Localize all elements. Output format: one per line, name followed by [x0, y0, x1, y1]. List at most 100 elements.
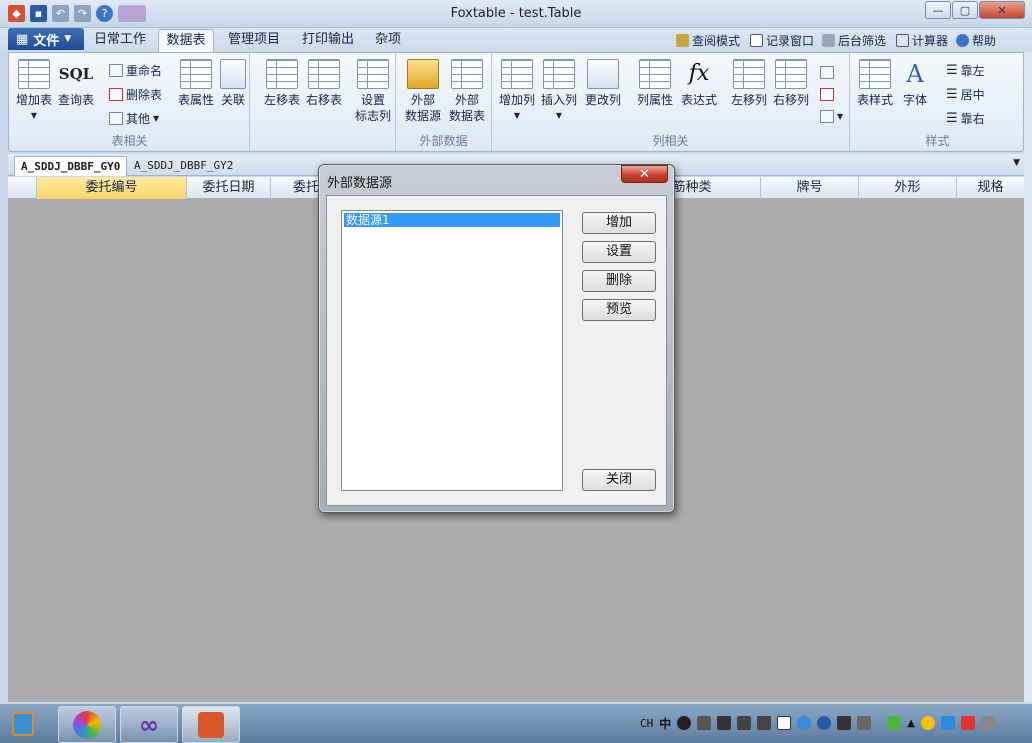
- align-left-button[interactable]: ☰ 靠左: [946, 61, 985, 79]
- grid-corner[interactable]: [8, 177, 37, 199]
- add-table-icon: [18, 59, 50, 89]
- table-tab-gy2[interactable]: A_SDDJ_DBBF_GY2: [128, 156, 239, 176]
- move-column-right-label: 右移列: [772, 93, 809, 107]
- window-right-edge: [1024, 52, 1032, 702]
- column-tool-3-button[interactable]: ▼: [820, 107, 843, 125]
- flag-column-label-2: 标志列: [354, 109, 391, 123]
- delete-table-icon: [109, 87, 123, 101]
- ime-chinese-indicator[interactable]: 中: [659, 715, 671, 732]
- external-table-button[interactable]: 外部 数据表: [446, 57, 488, 124]
- minimize-button[interactable]: —: [925, 1, 951, 19]
- column-header-shape[interactable]: 外形: [859, 177, 957, 199]
- table-style-button[interactable]: 表样式: [854, 57, 896, 108]
- help-link[interactable]: 帮助: [956, 31, 996, 49]
- table-properties-button[interactable]: 表属性: [175, 57, 217, 108]
- move-table-left-button[interactable]: 左移表: [262, 57, 302, 108]
- cloud-icon[interactable]: [797, 716, 812, 730]
- add-column-button[interactable]: 增加列 ▼: [496, 57, 538, 124]
- external-datasource-dialog: 外部数据源 ✕ 数据源1 增加 设置 删除 预览 关闭: [318, 164, 675, 513]
- help-circle-icon: [956, 33, 969, 47]
- tray-network-icon[interactable]: [940, 716, 955, 730]
- move-column-right-button[interactable]: 右移列: [770, 57, 812, 108]
- close-dialog-button[interactable]: 关闭: [582, 469, 656, 491]
- tab-misc[interactable]: 杂项: [368, 29, 408, 52]
- maximize-button[interactable]: ▢: [952, 1, 978, 19]
- tray-app-icon[interactable]: [920, 716, 935, 730]
- column-header-entrust-date[interactable]: 委托日期: [187, 177, 271, 199]
- delete-table-button[interactable]: 删除表: [109, 85, 162, 103]
- rename-icon: [109, 63, 123, 77]
- chevron-down-icon: ▼: [64, 34, 72, 44]
- external-table-label-1: 外部: [454, 93, 479, 107]
- tab-daily-work[interactable]: 日常工作: [88, 29, 152, 52]
- volume-icon[interactable]: [980, 716, 995, 730]
- delete-button[interactable]: 删除: [582, 270, 656, 292]
- file-menu-label: 文件: [33, 33, 60, 49]
- calculator-label: 计算器: [912, 33, 949, 48]
- column-tool-2-button[interactable]: [820, 85, 834, 103]
- screenshot-icon[interactable]: [777, 716, 792, 730]
- voice-icon[interactable]: [837, 716, 852, 730]
- settings-button[interactable]: 设置: [582, 241, 656, 263]
- ime-menu-icon[interactable]: [857, 716, 872, 730]
- battery-icon[interactable]: [887, 716, 902, 730]
- wrench-icon[interactable]: [757, 716, 772, 730]
- browse-mode-label: 查阅模式: [692, 33, 741, 48]
- column-header-entrust-no[interactable]: 委托编号: [37, 177, 187, 199]
- align-right-button[interactable]: ☰ 靠右: [946, 109, 985, 127]
- tabs-dropdown-icon[interactable]: ▼: [1013, 158, 1020, 168]
- browse-mode-link[interactable]: 查阅模式: [676, 31, 740, 49]
- column-header-grade[interactable]: 牌号: [761, 177, 859, 199]
- change-column-button[interactable]: 更改列: [582, 57, 624, 108]
- window-title: Foxtable - test.Table: [450, 6, 582, 21]
- pen-icon[interactable]: [737, 716, 752, 730]
- add-table-button[interactable]: 增加表 ▼: [13, 57, 55, 124]
- other-button[interactable]: 其他 ▼: [109, 109, 159, 127]
- help-tray-icon[interactable]: [817, 716, 832, 730]
- move-table-right-button[interactable]: 右移表: [304, 57, 344, 108]
- column-tool-1-button[interactable]: [820, 63, 834, 81]
- calculator-link[interactable]: 计算器: [896, 31, 948, 49]
- flag-column-button[interactable]: 设置 标志列: [352, 57, 394, 124]
- foxtable-icon: [198, 711, 224, 738]
- datasource-list-item[interactable]: 数据源1: [344, 213, 560, 227]
- rename-button[interactable]: 重命名: [109, 61, 162, 79]
- add-button[interactable]: 增加: [582, 212, 656, 234]
- table-tab-gy0[interactable]: A_SDDJ_DBBF_GY0: [14, 156, 128, 176]
- align-center-button[interactable]: ☰ 居中: [946, 85, 985, 103]
- moon-icon[interactable]: [677, 716, 692, 730]
- external-datasource-button[interactable]: 外部 数据源: [402, 57, 444, 124]
- record-window-label: 记录窗口: [766, 33, 815, 48]
- dialog-close-button[interactable]: ✕: [621, 165, 668, 183]
- preview-button[interactable]: 预览: [582, 299, 656, 321]
- expression-button[interactable]: fx 表达式: [678, 57, 720, 108]
- add-column-label: 增加列: [498, 93, 535, 107]
- close-button[interactable]: ✕: [979, 1, 1025, 19]
- taskbar-visual-studio[interactable]: ∞: [120, 706, 178, 743]
- taskbar-pinwheel-app[interactable]: [58, 706, 116, 743]
- datasource-list[interactable]: 数据源1: [341, 210, 563, 491]
- network-error-icon[interactable]: [960, 716, 975, 730]
- microphone-icon[interactable]: [717, 716, 732, 730]
- show-hidden-icons-icon[interactable]: ▲: [907, 718, 915, 729]
- column-tool-1-icon: [820, 65, 834, 79]
- delete-table-label: 删除表: [126, 87, 163, 102]
- background-filter-link[interactable]: 后台筛选: [822, 31, 886, 49]
- tab-print-output[interactable]: 打印输出: [296, 29, 360, 52]
- record-window-link[interactable]: 记录窗口: [750, 31, 814, 49]
- font-button[interactable]: A 字体: [898, 57, 932, 108]
- media-player-icon[interactable]: [12, 712, 34, 736]
- move-column-left-button[interactable]: 左移列: [728, 57, 770, 108]
- tab-manage-project[interactable]: 管理项目: [222, 29, 286, 52]
- ime-indicator[interactable]: CH: [640, 717, 653, 730]
- taskbar-foxtable[interactable]: [182, 706, 240, 743]
- punctuation-icon[interactable]: [697, 716, 712, 730]
- tab-data-table[interactable]: 数据表: [158, 29, 214, 52]
- relation-button[interactable]: 关联: [217, 57, 249, 108]
- query-table-button[interactable]: SQL 查询表: [55, 57, 97, 108]
- insert-column-button[interactable]: 插入列 ▼: [538, 57, 580, 124]
- column-properties-button[interactable]: 列属性: [634, 57, 676, 108]
- file-menu-button[interactable]: ▦ 文件 ▼: [8, 28, 84, 50]
- column-header-spec[interactable]: 规格: [957, 177, 1024, 199]
- align-center-label: 居中: [960, 87, 985, 102]
